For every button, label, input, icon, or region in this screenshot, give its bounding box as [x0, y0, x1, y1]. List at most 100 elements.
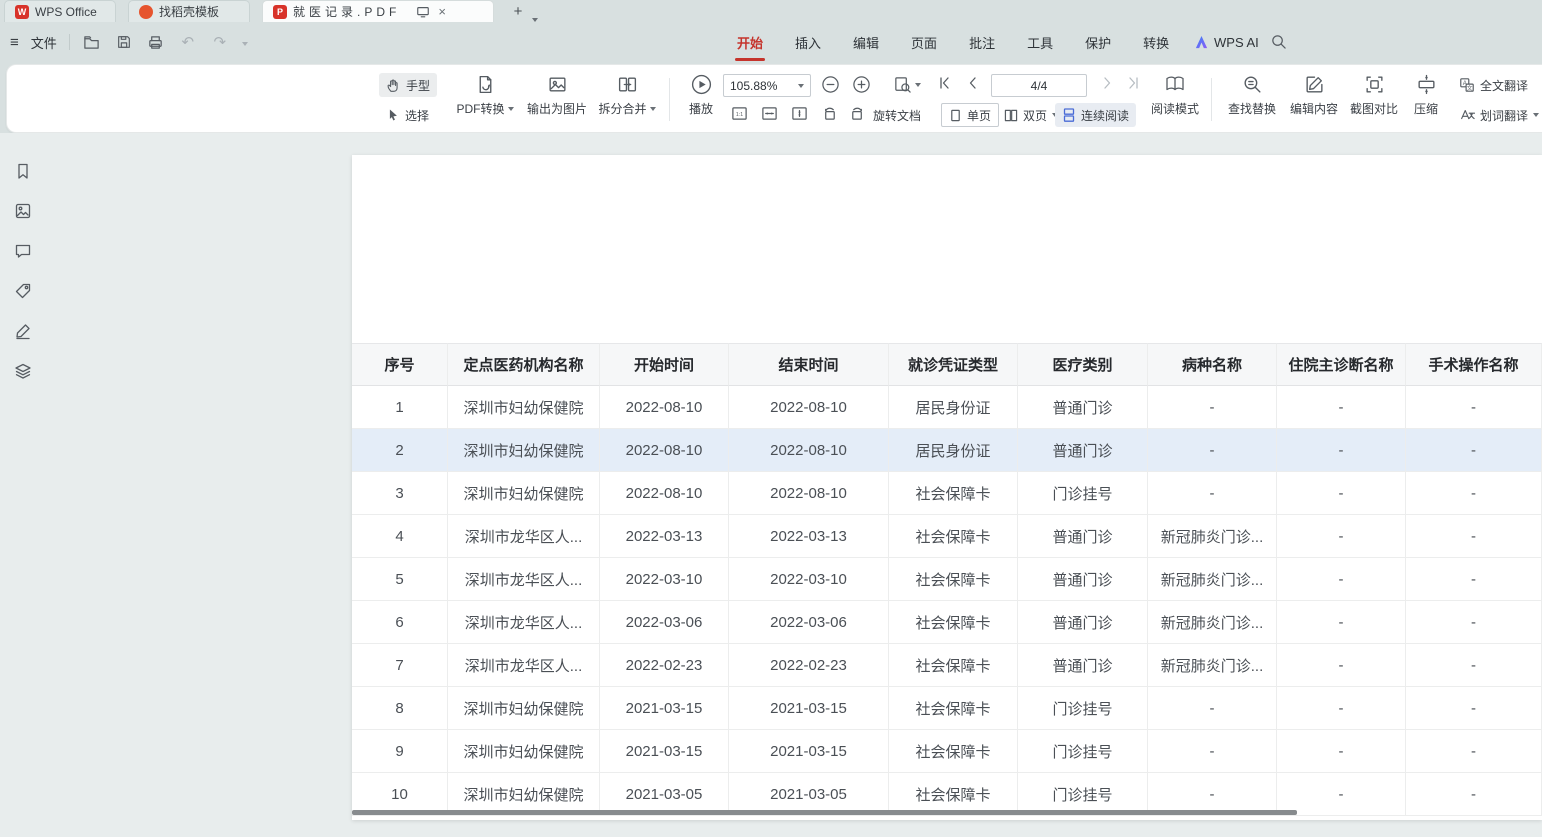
table-row[interactable]: 5深圳市龙华区人...2022-03-102022-03-10社会保障卡普通门诊…	[352, 558, 1542, 601]
table-cell: 深圳市妇幼保健院	[448, 730, 600, 773]
bookmarks-panel-button[interactable]	[12, 160, 34, 182]
tag-icon	[14, 282, 32, 300]
table-cell: 7	[352, 644, 448, 687]
table-header-cell: 手术操作名称	[1406, 343, 1542, 386]
monitor-icon[interactable]	[416, 5, 430, 19]
first-page-button[interactable]	[937, 75, 953, 91]
zoom-out-button[interactable]	[821, 75, 840, 94]
tab-protect[interactable]: 保护	[1085, 22, 1111, 63]
play-button[interactable]: 播放	[679, 71, 723, 127]
tab-page[interactable]: 页面	[911, 22, 937, 63]
tab-tools[interactable]: 工具	[1027, 22, 1053, 63]
fit-width-button[interactable]	[761, 105, 778, 122]
rotate-left-button[interactable]	[821, 105, 838, 122]
table-row[interactable]: 9深圳市妇幼保健院2021-03-152021-03-15社会保障卡门诊挂号--…	[352, 730, 1542, 773]
new-tab-button[interactable]: +	[508, 1, 528, 21]
attachments-panel-button[interactable]	[12, 280, 34, 302]
find-replace-button[interactable]: 查找替换	[1223, 71, 1281, 127]
table-cell: 深圳市龙华区人...	[448, 644, 600, 687]
full-translate-button[interactable]: A文 全文翻译	[1455, 73, 1532, 97]
tab-docer-templates[interactable]: 找稻壳模板	[128, 0, 250, 22]
search-icon[interactable]	[1270, 33, 1287, 50]
wps-pdf-window: { "colors": { "accent_red": "#c5342c", "…	[0, 0, 1542, 837]
edit-content-button[interactable]: 编辑内容	[1285, 71, 1343, 127]
single-page-button[interactable]: 单页	[941, 103, 999, 127]
table-row[interactable]: 8深圳市妇幼保健院2021-03-152021-03-15社会保障卡门诊挂号--…	[352, 687, 1542, 730]
table-row[interactable]: 1深圳市妇幼保健院2022-08-102022-08-10居民身份证普通门诊--…	[352, 386, 1542, 429]
next-page-button[interactable]	[1099, 75, 1115, 91]
word-translate-button[interactable]: 划词翻译	[1455, 103, 1542, 127]
table-cell: 2021-03-15	[729, 730, 889, 773]
table-cell: -	[1406, 687, 1542, 730]
table-cell: 深圳市龙华区人...	[448, 558, 600, 601]
zoom-level-select[interactable]: 105.88%	[723, 74, 811, 97]
table-cell: -	[1148, 429, 1277, 472]
thumbnail-icon	[14, 202, 32, 220]
rotate-document-button[interactable]: 旋转文档	[873, 103, 921, 127]
file-menu[interactable]: 文件	[31, 33, 57, 52]
table-cell: -	[1406, 472, 1542, 515]
bookmark-icon	[14, 162, 32, 180]
table-cell: -	[1148, 472, 1277, 515]
screenshot-compare-button[interactable]: 截图对比	[1345, 71, 1403, 127]
rotate-right-button[interactable]	[849, 105, 866, 122]
signature-panel-button[interactable]	[12, 320, 34, 342]
select-tool-button[interactable]: 选择	[379, 103, 436, 127]
tab-wps-office[interactable]: W WPS Office	[4, 0, 116, 22]
previous-page-button[interactable]	[965, 75, 981, 91]
wps-ai-button[interactable]: WPS AI	[1194, 22, 1259, 62]
undo-history-caret-icon[interactable]	[242, 33, 248, 51]
fit-zoom-button[interactable]	[893, 75, 921, 94]
read-mode-button[interactable]: 阅读模式	[1147, 71, 1203, 127]
export-image-icon	[523, 71, 591, 97]
table-row[interactable]: 6深圳市龙华区人...2022-03-062022-03-06社会保障卡普通门诊…	[352, 601, 1542, 644]
zoom-in-button[interactable]	[852, 75, 871, 94]
read-mode-icon	[1147, 71, 1203, 97]
layers-panel-button[interactable]	[12, 360, 34, 382]
tab-comment[interactable]: 批注	[969, 22, 995, 63]
hand-tool-button[interactable]: 手型	[379, 73, 437, 97]
table-cell: 普通门诊	[1018, 644, 1148, 687]
tab-document[interactable]: P 就医记录.PDF ×	[262, 0, 494, 22]
open-file-icon[interactable]	[82, 32, 102, 52]
continuous-read-button[interactable]: 连续阅读	[1055, 103, 1136, 127]
table-row[interactable]: 2深圳市妇幼保健院2022-08-102022-08-10居民身份证普通门诊--…	[352, 429, 1542, 472]
table-row[interactable]: 3深圳市妇幼保健院2022-08-102022-08-10社会保障卡门诊挂号--…	[352, 472, 1542, 515]
tab-edit[interactable]: 编辑	[853, 22, 879, 63]
save-icon[interactable]	[114, 32, 134, 52]
record-table: 序号定点医药机构名称开始时间结束时间就诊凭证类型医疗类别病种名称住院主诊断名称手…	[352, 343, 1542, 816]
close-tab-icon[interactable]: ×	[438, 5, 446, 18]
thumbnails-panel-button[interactable]	[12, 200, 34, 222]
pdf-convert-button[interactable]: PDF转换	[453, 71, 517, 127]
actual-size-button[interactable]: 1:1	[731, 105, 748, 122]
table-cell: 2022-02-23	[600, 644, 729, 687]
table-row[interactable]: 7深圳市龙华区人...2022-02-232022-02-23社会保障卡普通门诊…	[352, 644, 1542, 687]
tab-home[interactable]: 开始	[737, 22, 763, 63]
table-cell: 门诊挂号	[1018, 687, 1148, 730]
split-merge-button[interactable]: 拆分合并	[595, 71, 659, 127]
table-cell: 普通门诊	[1018, 515, 1148, 558]
redo-icon[interactable]: ↷	[210, 32, 230, 52]
compress-button[interactable]: 压缩	[1405, 71, 1447, 127]
page-indicator-input[interactable]: 4/4	[991, 74, 1087, 97]
table-cell: -	[1277, 601, 1406, 644]
table-row[interactable]: 4深圳市龙华区人...2022-03-132022-03-13社会保障卡普通门诊…	[352, 515, 1542, 558]
print-icon[interactable]	[146, 32, 166, 52]
export-image-button[interactable]: 输出为图片	[523, 71, 591, 127]
tab-insert[interactable]: 插入	[795, 22, 821, 63]
horizontal-scrollbar[interactable]	[352, 810, 1297, 815]
table-header-cell: 病种名称	[1148, 343, 1277, 386]
tab-convert[interactable]: 转换	[1143, 22, 1169, 63]
table-cell: -	[1148, 730, 1277, 773]
hamburger-menu-icon[interactable]: ≡	[10, 34, 19, 51]
table-cell: -	[1277, 687, 1406, 730]
undo-icon[interactable]: ↶	[178, 32, 198, 52]
last-page-button[interactable]	[1125, 75, 1141, 91]
full-translate-icon: A文	[1459, 77, 1475, 93]
comments-panel-button[interactable]	[12, 240, 34, 262]
tab-label: 找稻壳模板	[159, 3, 219, 20]
fit-page-button[interactable]	[791, 105, 808, 122]
table-cell: 2022-08-10	[600, 429, 729, 472]
double-page-button[interactable]: 双页	[999, 103, 1063, 127]
table-cell: 深圳市龙华区人...	[448, 515, 600, 558]
